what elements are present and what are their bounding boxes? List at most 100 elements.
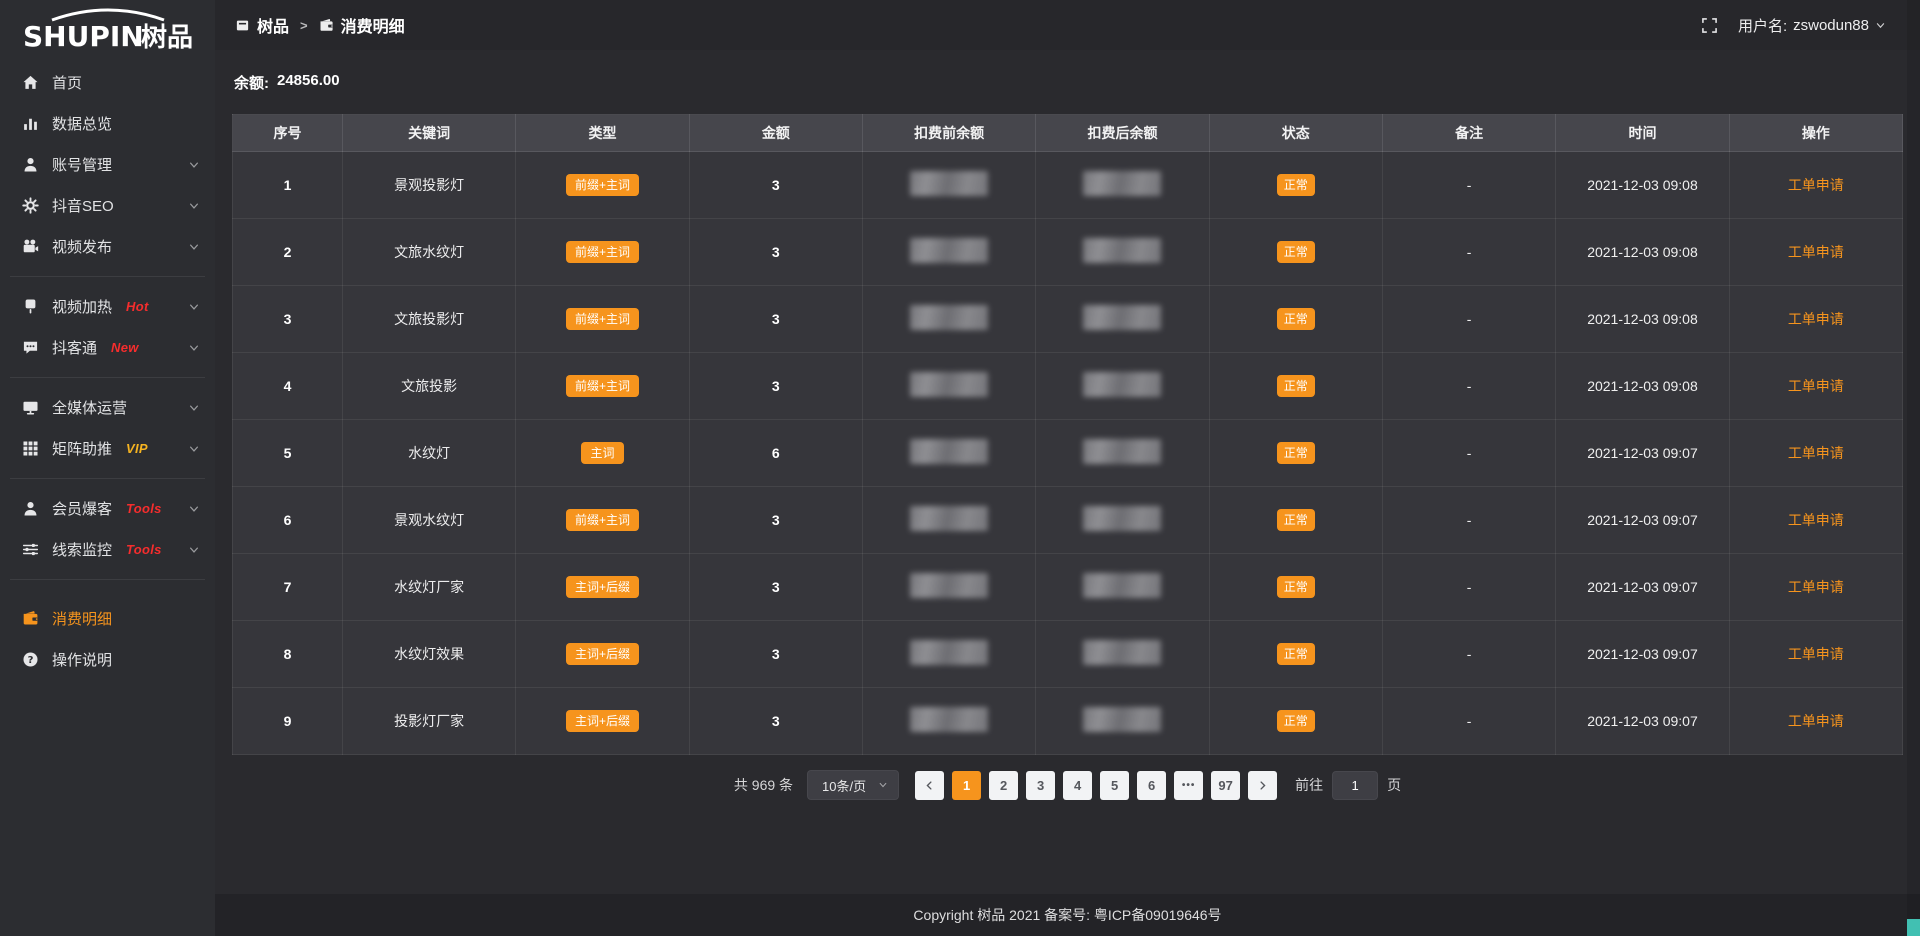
cell-index: 6 [233,487,343,554]
sidebar-item-video-heating[interactable]: 视频加热Hot [0,286,215,327]
app-window: SHUPIN 树品 首页数据总览账号管理抖音SEO视频发布视频加热Hot抖客通N… [0,0,1920,936]
sidebar-item-member-blast[interactable]: 会员爆客Tools [0,488,215,529]
page-size-select[interactable]: 10条/页 [807,770,899,800]
cell-pre-balance [862,286,1035,353]
sidebar-item-home[interactable]: 首页 [0,62,215,103]
sidebar-divider [10,276,205,277]
work-order-link[interactable]: 工单申请 [1788,646,1844,662]
page-button-2[interactable]: 2 [989,771,1018,800]
table-body: 1景观投影灯前缀+主词3正常-2021-12-03 09:08工单申请2文旅水纹… [233,152,1903,755]
sidebar-item-douketong[interactable]: 抖客通New [0,327,215,368]
cell-remark: - [1382,219,1555,286]
user-menu[interactable]: 用户名: zswodun88 [1738,15,1886,36]
breadcrumb-current[interactable]: 消费明细 [319,13,405,37]
page-button-3[interactable]: 3 [1026,771,1055,800]
cell-remark: - [1382,353,1555,420]
column-header: 状态 [1209,115,1382,152]
cell-remark: - [1382,286,1555,353]
table-header-row: 序号关键词类型金额扣费前余额扣费后余额状态备注时间操作 [233,115,1903,152]
cell-status: 正常 [1209,420,1382,487]
cell-remark: - [1382,420,1555,487]
cell-index: 8 [233,621,343,688]
breadcrumb-root[interactable]: 树品 [235,13,289,37]
page-buttons: 123456 ••• 97 [952,771,1240,800]
cell-status: 正常 [1209,286,1382,353]
sidebar-item-media-operation[interactable]: 全媒体运营 [0,387,215,428]
sidebar-item-label: 首页 [52,72,82,93]
sidebar-item-douyin-seo[interactable]: 抖音SEO [0,185,215,226]
sidebar-divider [10,579,205,580]
user-icon [22,156,39,173]
cell-action: 工单申请 [1729,152,1902,219]
blurred-value [1083,305,1161,330]
jump-unit: 页 [1387,775,1401,795]
cell-post-balance [1036,554,1209,621]
logo-text-en: SHUPIN [23,20,144,53]
footer: Copyright 树品 2021 备案号: 粤ICP备09019646号 [215,894,1920,936]
page-button-1[interactable]: 1 [952,771,981,800]
work-order-link[interactable]: 工单申请 [1788,713,1844,729]
column-header: 金额 [689,115,862,152]
prev-page-button[interactable] [915,771,944,800]
work-order-link[interactable]: 工单申请 [1788,177,1844,193]
cell-amount: 3 [689,688,862,755]
page-button-5[interactable]: 5 [1100,771,1129,800]
status-badge: 正常 [1277,241,1315,263]
cell-action: 工单申请 [1729,219,1902,286]
next-page-button[interactable] [1248,771,1277,800]
blurred-value [910,707,988,732]
status-badge: 正常 [1277,509,1315,531]
work-order-link[interactable]: 工单申请 [1788,512,1844,528]
blurred-value [1083,640,1161,665]
page-ellipsis-button[interactable]: ••• [1174,771,1203,800]
sidebar-item-lead-monitor[interactable]: 线索监控Tools [0,529,215,570]
consumption-table: 序号关键词类型金额扣费前余额扣费后余额状态备注时间操作 1景观投影灯前缀+主词3… [232,114,1903,755]
column-header: 时间 [1556,115,1729,152]
cell-index: 3 [233,286,343,353]
page-button-6[interactable]: 6 [1137,771,1166,800]
cell-remark: - [1382,554,1555,621]
chevron-down-icon [188,241,200,253]
work-order-link[interactable]: 工单申请 [1788,378,1844,394]
work-order-link[interactable]: 工单申请 [1788,311,1844,327]
sidebar-item-data-overview[interactable]: 数据总览 [0,103,215,144]
video-icon [22,238,39,255]
cell-time: 2021-12-03 09:07 [1556,688,1729,755]
sidebar-item-account-management[interactable]: 账号管理 [0,144,215,185]
page-button-97[interactable]: 97 [1211,771,1240,800]
sidebar-item-consumption-detail[interactable]: 消费明细 [0,598,215,639]
cell-status: 正常 [1209,554,1382,621]
cell-status: 正常 [1209,353,1382,420]
chevron-right-icon [1257,780,1268,791]
blurred-value [910,171,988,196]
type-badge: 主词 [581,442,623,464]
cell-keyword: 水纹灯厂家 [343,554,516,621]
blurred-value [1083,506,1161,531]
sidebar-item-video-publish[interactable]: 视频发布 [0,226,215,267]
page-button-4[interactable]: 4 [1063,771,1092,800]
sidebar-item-operation-guide[interactable]: 操作说明 [0,639,215,680]
sidebar-item-matrix-boost[interactable]: 矩阵助推VIP [0,428,215,469]
total-count: 共 969 条 [734,775,793,795]
cell-index: 7 [233,554,343,621]
cell-post-balance [1036,219,1209,286]
blurred-value [910,640,988,665]
column-header: 操作 [1729,115,1902,152]
scrollbar-track[interactable] [1907,0,1920,936]
work-order-link[interactable]: 工单申请 [1788,579,1844,595]
chevron-down-icon [878,780,888,790]
cell-time: 2021-12-03 09:07 [1556,621,1729,688]
sidebar-divider [10,377,205,378]
cell-post-balance [1036,420,1209,487]
cell-action: 工单申请 [1729,688,1902,755]
chevron-down-icon [188,342,200,354]
cell-time: 2021-12-03 09:08 [1556,219,1729,286]
work-order-link[interactable]: 工单申请 [1788,445,1844,461]
fullscreen-icon[interactable] [1701,17,1718,34]
goto-page-input[interactable] [1332,771,1378,800]
cell-type: 主词 [516,420,689,487]
work-order-link[interactable]: 工单申请 [1788,244,1844,260]
chart-icon [22,115,39,132]
sidebar-item-badge: VIP [126,441,148,456]
sidebar-item-label: 会员爆客 [52,498,112,519]
